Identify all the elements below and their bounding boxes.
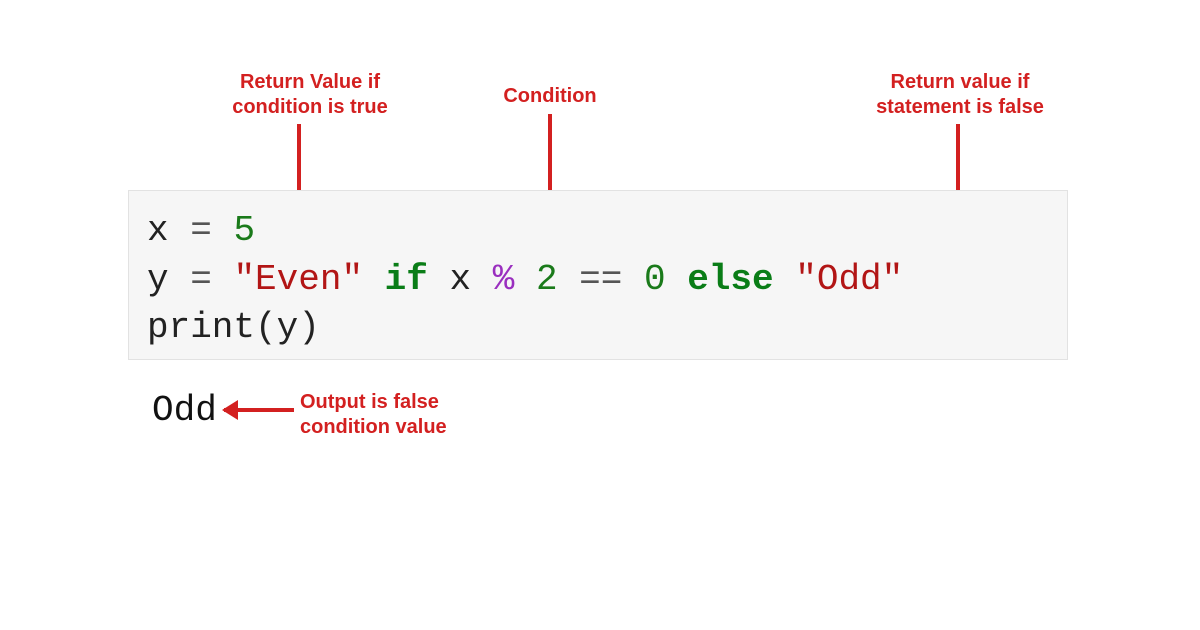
code-block: x = 5 y = "Even" if x % 2 == 0 else "Odd…: [128, 190, 1068, 360]
annotation-condition: Condition: [480, 84, 620, 109]
code-line-1: x = 5: [147, 210, 255, 251]
program-output: Odd: [152, 390, 217, 431]
annotation-true-value: Return Value if condition is true: [200, 70, 420, 120]
code-line-3: print(y): [147, 307, 320, 348]
annotation-false-value: Return value if statement is false: [850, 70, 1070, 120]
code-line-2: y = "Even" if x % 2 == 0 else "Odd": [147, 259, 903, 300]
annotation-output-note: Output is false condition value: [300, 390, 500, 440]
arrow-left-icon: [224, 408, 294, 412]
